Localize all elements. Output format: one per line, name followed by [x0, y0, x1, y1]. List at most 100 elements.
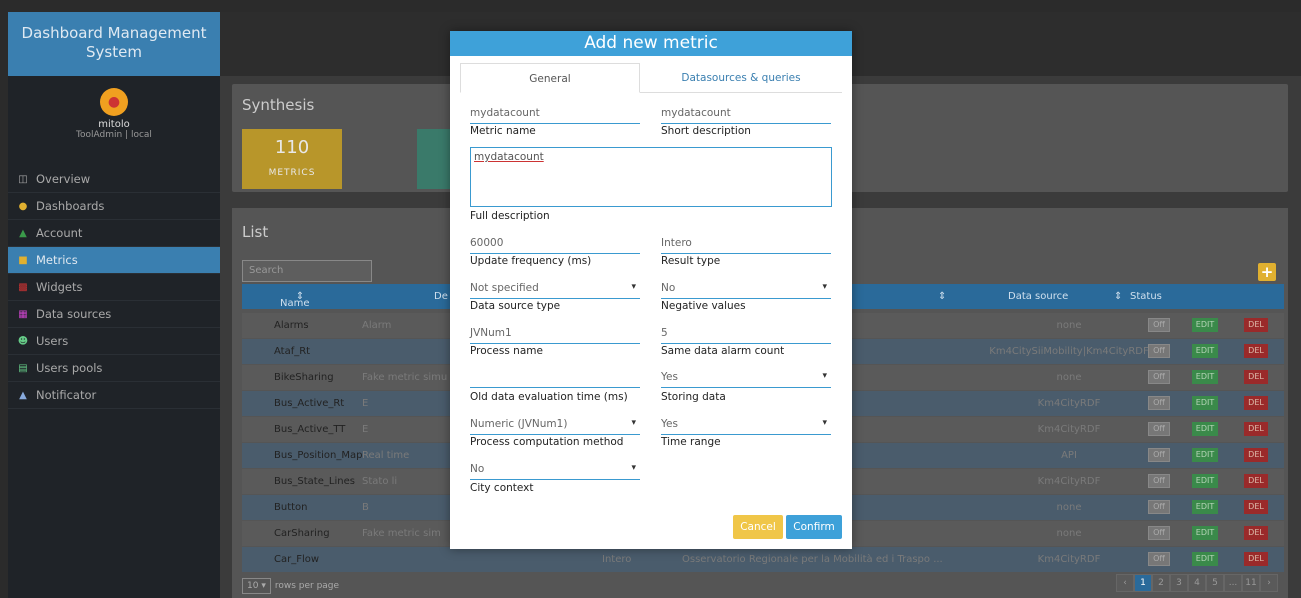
old-data-evaluation-field[interactable] [470, 369, 640, 388]
delete-button[interactable]: DEL [1244, 422, 1268, 436]
sidebar-item-dashboards[interactable]: ● Dashboards [8, 193, 220, 220]
page-button[interactable]: 1 [1134, 574, 1152, 592]
metric-name-field[interactable]: mydatacount [470, 105, 640, 124]
metrics-count-label: METRICS [268, 168, 316, 178]
update-frequency-field[interactable]: 60000 [470, 235, 640, 254]
modal-title: Add new metric [450, 31, 852, 56]
synthesis-title: Synthesis [242, 96, 315, 114]
page-button[interactable]: 4 [1188, 574, 1206, 592]
status-toggle[interactable]: Off [1148, 396, 1170, 410]
sidebar: Dashboard Management System ● mitolo Too… [8, 12, 220, 598]
sidebar-item-widgets[interactable]: ▩ Widgets [8, 274, 220, 301]
status-toggle[interactable]: Off [1148, 552, 1170, 566]
sidebar-item-label: Widgets [36, 280, 83, 294]
delete-button[interactable]: DEL [1244, 370, 1268, 384]
delete-button[interactable]: DEL [1244, 344, 1268, 358]
result-type-label: Result type [661, 255, 721, 267]
data-source-type-select[interactable]: Not specified [470, 280, 640, 299]
status-toggle[interactable]: Off [1148, 370, 1170, 384]
delete-button[interactable]: DEL [1244, 474, 1268, 488]
time-range-select[interactable]: Yes [661, 416, 831, 435]
process-computation-method-select[interactable]: Numeric (JVNum1) [470, 416, 640, 435]
app-brand: Dashboard Management System [8, 12, 220, 76]
sort-icon[interactable]: ⇕ [938, 291, 946, 302]
city-context-label: City context [470, 482, 534, 494]
page-button[interactable]: ... [1224, 574, 1242, 592]
edit-button[interactable]: EDIT [1192, 552, 1218, 566]
edit-button[interactable]: EDIT [1192, 526, 1218, 540]
edit-button[interactable]: EDIT [1192, 500, 1218, 514]
page-button[interactable]: 11 [1242, 574, 1260, 592]
sidebar-item-label: Data sources [36, 307, 112, 321]
rows-per-page-label: rows per page [274, 581, 340, 591]
metrics-count: 110 [274, 137, 310, 158]
metrics-count-tile[interactable]: 110 METRICS [242, 129, 342, 189]
status-toggle[interactable]: Off [1148, 474, 1170, 488]
process-name-field[interactable]: JVNum1 [470, 325, 640, 344]
same-data-alarm-count-field[interactable]: 5 [661, 325, 831, 344]
cell-data-source: Km4CityRDF [1037, 424, 1101, 435]
status-toggle[interactable]: Off [1148, 422, 1170, 436]
delete-button[interactable]: DEL [1244, 396, 1268, 410]
sidebar-item-users-pools[interactable]: ▤ Users pools [8, 355, 220, 382]
page-button[interactable]: ‹ [1116, 574, 1134, 592]
page-button[interactable]: 5 [1206, 574, 1224, 592]
edit-button[interactable]: EDIT [1192, 396, 1218, 410]
sidebar-item-notificator[interactable]: ▲ Notificator [8, 382, 220, 409]
sidebar-item-data-sources[interactable]: ▦ Data sources [8, 301, 220, 328]
user-name: mitolo [98, 119, 130, 130]
edit-button[interactable]: EDIT [1192, 448, 1218, 462]
delete-button[interactable]: DEL [1244, 526, 1268, 540]
storing-data-select[interactable]: Yes [661, 369, 831, 388]
result-type-field[interactable]: Intero [661, 235, 831, 254]
search-input[interactable]: Search [242, 260, 372, 282]
col-data-source[interactable]: Data source [1008, 291, 1068, 302]
edit-button[interactable]: EDIT [1192, 318, 1218, 332]
col-desc[interactable]: De [434, 291, 448, 302]
status-toggle[interactable]: Off [1148, 448, 1170, 462]
col-status[interactable]: Status [1130, 291, 1162, 302]
tab-general[interactable]: General [460, 63, 640, 93]
cell-data-source: API [1061, 450, 1077, 461]
rows-per-page-select[interactable]: 10 ▾ [242, 578, 271, 594]
cell-description: Fake metric sim [362, 528, 441, 539]
users-pool-icon: ▤ [18, 362, 28, 374]
status-toggle[interactable]: Off [1148, 500, 1170, 514]
city-context-select[interactable]: No [470, 461, 640, 480]
same-data-alarm-count-label: Same data alarm count [661, 345, 785, 357]
full-description-textarea[interactable]: mydatacount [470, 147, 832, 207]
cell-description: Alarm [362, 320, 392, 331]
sort-icon[interactable]: ⇕ [1114, 291, 1122, 302]
sidebar-item-metrics[interactable]: ■ Metrics [8, 247, 220, 274]
status-toggle[interactable]: Off [1148, 344, 1170, 358]
delete-button[interactable]: DEL [1244, 500, 1268, 514]
sidebar-item-label: Users pools [36, 361, 103, 375]
cell-data-source: none [1056, 372, 1082, 383]
edit-button[interactable]: EDIT [1192, 370, 1218, 384]
edit-button[interactable]: EDIT [1192, 474, 1218, 488]
confirm-button[interactable]: Confirm [786, 515, 842, 539]
process-name-label: Process name [470, 345, 543, 357]
negative-values-label: Negative values [661, 300, 746, 312]
sidebar-item-account[interactable]: ▲ Account [8, 220, 220, 247]
short-description-field[interactable]: mydatacount [661, 105, 831, 124]
negative-values-select[interactable]: No [661, 280, 831, 299]
cell-data-source: Km4CityRDF [1037, 398, 1101, 409]
delete-button[interactable]: DEL [1244, 448, 1268, 462]
add-metric-button[interactable]: + [1258, 263, 1276, 281]
col-name[interactable]: Name ⇕ [280, 291, 310, 309]
cell-data-source: Km4CitySiiMobility|Km4CityRDF [989, 346, 1149, 357]
tab-datasources[interactable]: Datasources & queries [640, 63, 842, 93]
page-button[interactable]: 2 [1152, 574, 1170, 592]
edit-button[interactable]: EDIT [1192, 422, 1218, 436]
delete-button[interactable]: DEL [1244, 318, 1268, 332]
page-button[interactable]: 3 [1170, 574, 1188, 592]
edit-button[interactable]: EDIT [1192, 344, 1218, 358]
status-toggle[interactable]: Off [1148, 526, 1170, 540]
status-toggle[interactable]: Off [1148, 318, 1170, 332]
page-button[interactable]: › [1260, 574, 1278, 592]
sidebar-item-overview[interactable]: ◫ Overview [8, 166, 220, 193]
sidebar-item-users[interactable]: ☻ Users [8, 328, 220, 355]
cancel-button[interactable]: Cancel [733, 515, 783, 539]
delete-button[interactable]: DEL [1244, 552, 1268, 566]
